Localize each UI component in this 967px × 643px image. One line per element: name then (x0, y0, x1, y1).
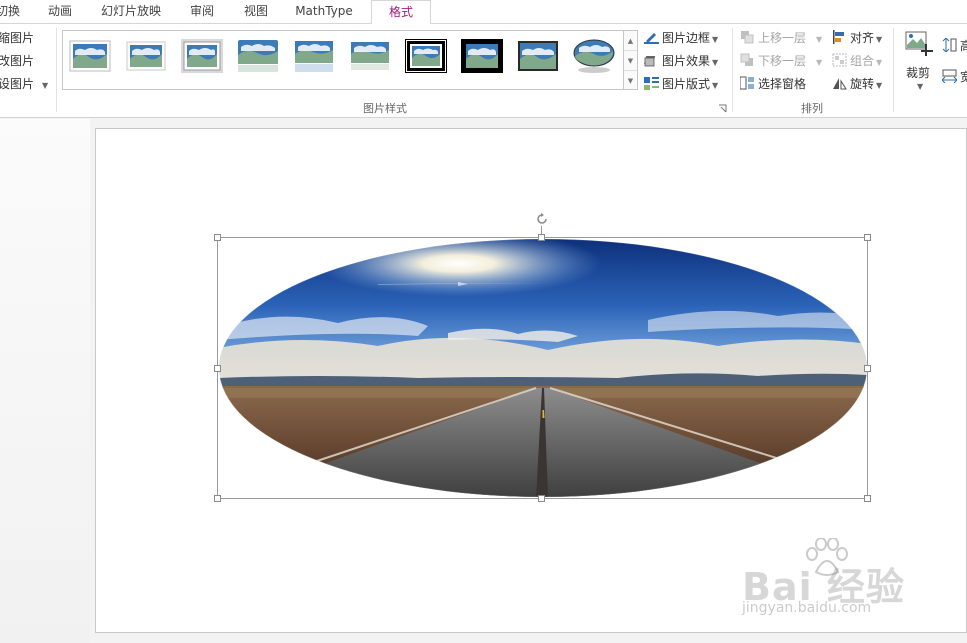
align-button[interactable]: 对齐 ▼ (832, 28, 882, 48)
style-thumb-oval-reflected[interactable] (573, 39, 615, 73)
resize-handle-e[interactable] (864, 365, 871, 372)
tab-animations[interactable]: 动画 (40, 0, 80, 24)
selection-pane-icon (740, 76, 754, 90)
resize-handle-ne[interactable] (864, 234, 871, 241)
gallery-more-button[interactable]: ▼ (624, 71, 637, 91)
chevron-down-icon: ▼ (816, 35, 823, 44)
picture-styles-group-label: 图片样式 (363, 102, 407, 115)
style-thumb-reflected-soft[interactable] (293, 39, 335, 73)
style-thumb-thick-black-frame[interactable] (461, 39, 503, 73)
tab-mathtype[interactable]: MathType (290, 0, 358, 24)
resize-handle-n[interactable] (538, 234, 545, 241)
resize-handle-se[interactable] (864, 495, 871, 502)
ribbon-tab-bar: 切换 动画 幻灯片放映 审阅 视图 MathType 格式 (0, 0, 967, 25)
reset-picture-label: 设图片 (0, 77, 35, 91)
style-thumb-simple-frame-white[interactable] (69, 39, 111, 73)
send-backward-button[interactable]: 下移一层 ▼ (740, 51, 822, 71)
effects-icon (644, 56, 656, 67)
group-icon (832, 53, 847, 67)
height-icon (942, 38, 957, 52)
style-thumb-reflected-rounded[interactable] (237, 39, 279, 73)
gallery-scrollbar: ▲ ▼ ▼ (624, 30, 638, 90)
align-icon (833, 30, 844, 44)
picture-border-button[interactable]: 图片边框 ▼ (644, 28, 718, 48)
group-objects-button[interactable]: 组合 ▼ (832, 51, 882, 71)
chevron-down-icon: ▼ (816, 58, 823, 67)
bring-forward-label: 上移一层 (758, 31, 807, 45)
rotate-button[interactable]: 旋转 ▼ (832, 74, 882, 94)
thumbnail-pane (0, 119, 90, 643)
rotate-handle-icon[interactable] (535, 212, 549, 226)
rotate-icon (833, 78, 847, 90)
group-objects-label: 组合 (850, 54, 875, 68)
picture-layout-button[interactable]: 图片版式 ▼ (644, 74, 718, 94)
chevron-down-icon: ▼ (917, 82, 924, 91)
dialog-launcher-icon[interactable] (718, 104, 727, 113)
height-label: 高 (960, 39, 967, 53)
height-field[interactable]: 高 (942, 36, 967, 56)
style-thumb-simple-frame-black[interactable] (517, 39, 559, 73)
selection-frame (217, 237, 868, 499)
picture-layout-label: 图片版式 (662, 77, 711, 91)
crop-label: 裁剪 (906, 66, 931, 80)
resize-handle-nw[interactable] (214, 234, 221, 241)
chevron-down-icon: ▼ (876, 58, 883, 67)
width-label: 宽 (960, 70, 967, 84)
picture-border-label: 图片边框 (662, 31, 711, 45)
resize-handle-w[interactable] (214, 365, 221, 372)
change-picture-button[interactable]: 改图片 (0, 51, 34, 71)
tab-slideshow[interactable]: 幻灯片放映 (96, 0, 166, 24)
picture-effects-label: 图片效果 (662, 54, 711, 68)
group-divider (893, 28, 894, 112)
width-field[interactable]: 宽 (942, 67, 967, 87)
chevron-down-icon: ▼ (876, 81, 883, 90)
arrange-group-label: 排列 (801, 102, 823, 115)
tab-transitions[interactable]: 切换 (0, 0, 22, 24)
selection-pane-label: 选择窗格 (758, 77, 807, 91)
reset-picture-button[interactable]: 设图片 ▼ (0, 74, 48, 94)
chevron-down-icon: ▼ (712, 58, 719, 67)
layout-icon (644, 77, 659, 90)
style-thumb-drop-shadow-gray[interactable] (181, 39, 223, 73)
tab-review[interactable]: 审阅 (182, 0, 222, 24)
bring-forward-button[interactable]: 上移一层 ▼ (740, 28, 822, 48)
style-thumb-reflected-bevel[interactable] (349, 39, 391, 73)
send-backward-label: 下移一层 (758, 54, 807, 68)
crop-button[interactable]: 裁剪 ▼ (900, 28, 936, 94)
width-icon (942, 69, 957, 83)
picture-effects-button[interactable]: 图片效果 ▼ (644, 51, 718, 71)
send-backward-icon (740, 53, 753, 66)
rotate-label: 旋转 (850, 77, 875, 91)
group-divider (732, 28, 733, 112)
tab-format[interactable]: 格式 (371, 0, 431, 25)
align-label: 对齐 (850, 31, 875, 45)
chevron-down-icon: ▼ (42, 81, 49, 90)
style-thumb-double-frame-black[interactable] (405, 39, 447, 73)
group-divider (56, 28, 57, 112)
selection-pane-button[interactable]: 选择窗格 (740, 74, 806, 94)
chevron-down-icon: ▼ (712, 35, 719, 44)
gallery-scroll-up-button[interactable]: ▲ (624, 31, 637, 51)
tab-view[interactable]: 视图 (236, 0, 276, 24)
picture-style-gallery (62, 30, 624, 90)
resize-handle-sw[interactable] (214, 495, 221, 502)
style-thumb-soft-edge[interactable] (125, 39, 167, 73)
chevron-down-icon: ▼ (876, 35, 883, 44)
baidu-jingyan-watermark: Bai 经验 jingyan.baidu.com (742, 538, 962, 628)
ribbon: 缩图片 改图片 设图片 ▼ ▲ ▼ ▼ 图片样式 图片边框 ▼ 图片效果 ▼ 图… (0, 24, 967, 118)
gallery-scroll-down-button[interactable]: ▼ (624, 51, 637, 71)
resize-handle-s[interactable] (538, 495, 545, 502)
watermark-url: jingyan.baidu.com (742, 600, 872, 616)
chevron-down-icon: ▼ (712, 81, 719, 90)
bring-forward-icon (741, 31, 754, 44)
crop-icon (905, 31, 933, 56)
compress-pictures-button[interactable]: 缩图片 (0, 28, 34, 48)
pen-border-icon (644, 33, 659, 44)
